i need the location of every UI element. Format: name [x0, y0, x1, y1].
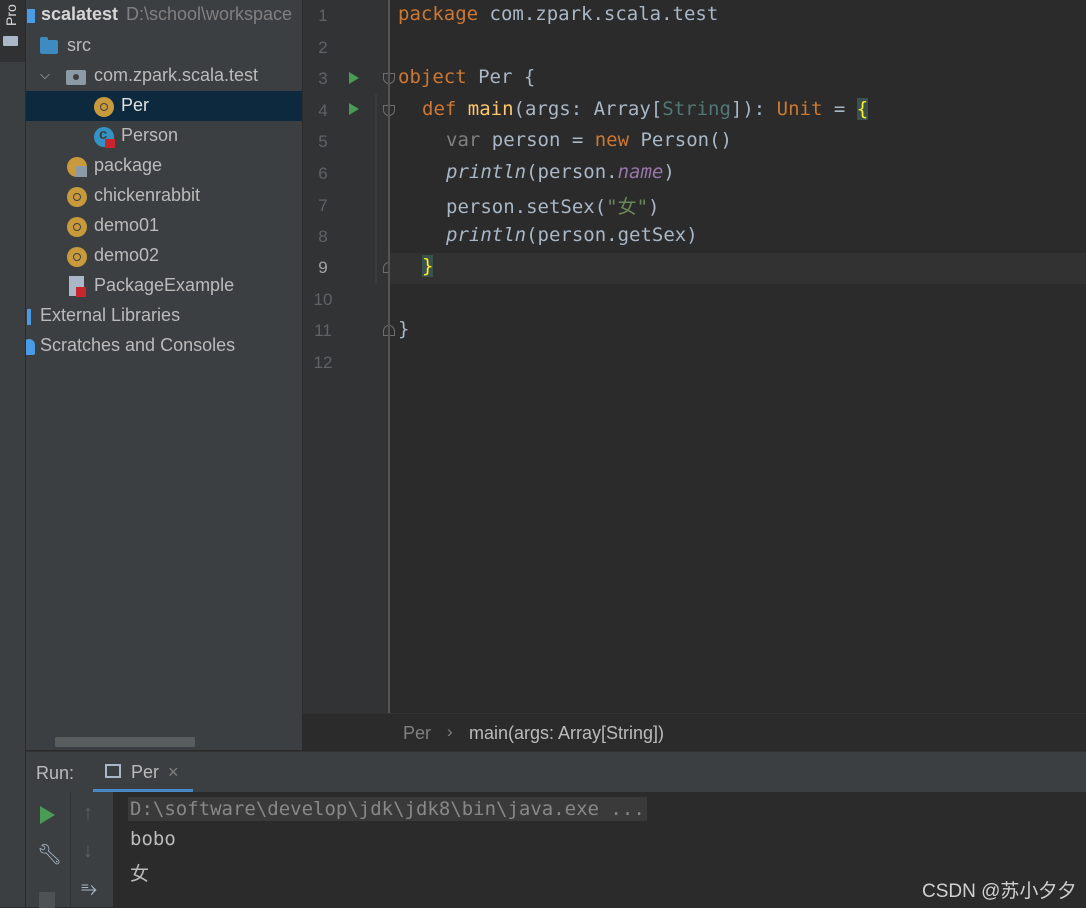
line-number: 8	[318, 227, 328, 246]
chevron-down-icon[interactable]: ⌵	[40, 67, 50, 83]
module-icon	[27, 9, 35, 23]
chevron-right-icon: ›	[447, 722, 453, 741]
code-line-9: }	[422, 255, 434, 277]
tree-item-label: src	[67, 35, 91, 55]
line-number: 2	[318, 38, 328, 57]
file-icon	[69, 276, 86, 297]
line-number: 1	[318, 6, 328, 25]
tree-item-label: com.zpark.scala.test	[94, 65, 259, 85]
run-panel-header: Run: Per ×	[26, 751, 1086, 792]
stop-icon[interactable]	[39, 892, 55, 908]
root-path: D:\school\workspace	[126, 4, 293, 24]
tree-item-packageexample[interactable]: PackageExample	[26, 271, 302, 301]
line-number-current: 9	[318, 258, 328, 277]
tool-window-strip: Pro	[0, 0, 26, 907]
gutter-divider	[388, 0, 390, 713]
breadcrumb-item[interactable]: Per	[403, 723, 431, 744]
run-label: Run:	[36, 763, 75, 783]
code-line-4: def main(args: Array[String]): Unit = {	[422, 98, 869, 120]
tree-item-package[interactable]: ⌵ com.zpark.scala.test	[26, 61, 302, 91]
project-horizontal-scrollbar[interactable]	[55, 737, 195, 747]
class-icon	[94, 126, 115, 148]
tree-item-label: Person	[121, 125, 179, 145]
project-tool-tab[interactable]: Pro	[0, 0, 25, 62]
code-line-8: println(person.getSex)	[446, 224, 698, 246]
code-line-5: var person = new Person()	[446, 129, 732, 151]
line-number: 10	[313, 290, 333, 309]
code-line-3: object Per {	[398, 66, 536, 88]
tree-item-label: PackageExample	[94, 275, 235, 295]
tree-item-demo02[interactable]: demo02	[26, 241, 302, 271]
tree-item-label: Scratches and Consoles	[40, 335, 236, 355]
scratches-icon	[26, 339, 35, 355]
tree-item-scratches[interactable]: Scratches and Consoles	[26, 331, 302, 361]
tree-item-demo01[interactable]: demo01	[26, 211, 302, 241]
line-number: 12	[313, 353, 333, 372]
close-icon[interactable]: ×	[168, 762, 179, 783]
line-number: 4	[318, 101, 328, 120]
package-object-icon	[67, 157, 87, 177]
run-gutter-icon[interactable]	[349, 103, 359, 115]
folder-icon	[3, 36, 18, 46]
object-icon	[94, 97, 114, 117]
run-tab-per[interactable]: Per ×	[93, 752, 193, 792]
console-line: D:\software\develop\jdk\jdk8\bin\java.ex…	[128, 797, 647, 821]
tree-item-label: package	[94, 155, 163, 175]
console-line: bobo	[130, 828, 176, 850]
line-number: 5	[318, 132, 328, 151]
run-gutter-icon[interactable]	[349, 72, 359, 84]
run-toolbar: 🔧︎	[26, 792, 70, 908]
line-number: 6	[318, 164, 328, 183]
tree-item-label: chickenrabbit	[94, 185, 201, 205]
tree-root[interactable]: scalatest D:\school\workspace	[26, 0, 302, 30]
soft-wrap-icon[interactable]: ⥱	[81, 878, 97, 901]
line-number: 7	[318, 196, 328, 215]
line-number: 3	[318, 69, 328, 88]
package-icon	[66, 70, 86, 85]
library-icon	[27, 309, 31, 325]
tree-item-chickenrabbit[interactable]: chickenrabbit	[26, 181, 302, 211]
wrench-icon[interactable]: 🔧︎	[37, 842, 62, 867]
project-tool-tab-label: Pro	[3, 4, 19, 26]
object-icon	[67, 247, 87, 267]
line-number: 11	[314, 321, 332, 340]
tree-item-per[interactable]: Per	[26, 91, 302, 121]
arrow-up-icon[interactable]: ↑	[83, 802, 93, 825]
folder-icon	[40, 37, 58, 54]
code-line-6: println(person.name)	[446, 161, 675, 183]
rerun-icon[interactable]	[40, 806, 55, 824]
console-icon	[105, 764, 121, 778]
root-name: scalatest	[41, 4, 119, 24]
run-toolbar-secondary: ↑ ↓ ⥱	[70, 792, 113, 907]
code-line-7: person.setSex("女")	[446, 196, 660, 218]
breadcrumb-item[interactable]: main(args: Array[String])	[469, 723, 664, 744]
object-icon	[67, 187, 87, 207]
console-line: 女	[130, 863, 150, 885]
arrow-down-icon[interactable]: ↓	[83, 840, 93, 863]
object-icon	[67, 217, 87, 237]
tree-item-label: Per	[121, 95, 150, 115]
code-line-1: package com.zpark.scala.test	[398, 3, 719, 25]
current-line-highlight	[390, 253, 1086, 284]
tree-item-label: demo02	[94, 245, 160, 265]
tree-item-external-libraries[interactable]: External Libraries	[26, 301, 302, 331]
code-line-11: }	[398, 318, 410, 340]
tree-item-package-object[interactable]: package	[26, 151, 302, 181]
tree-item-label: demo01	[94, 215, 160, 235]
code-editor[interactable]: 1 2 3 4 5 6 7 8 9 10 11 12 package com.z…	[303, 0, 1086, 751]
run-tab-label: Per	[131, 762, 160, 782]
project-tree: scalatest D:\school\workspace src ⌵ com.…	[26, 0, 302, 750]
breadcrumb: Per › main(args: Array[String])	[303, 713, 1086, 751]
indent-guide	[375, 94, 377, 284]
tree-item-label: External Libraries	[40, 305, 181, 325]
watermark: CSDN @苏小夕夕	[922, 881, 1077, 902]
tree-item-person[interactable]: Person	[26, 121, 302, 151]
tree-item-src[interactable]: src	[26, 31, 302, 61]
